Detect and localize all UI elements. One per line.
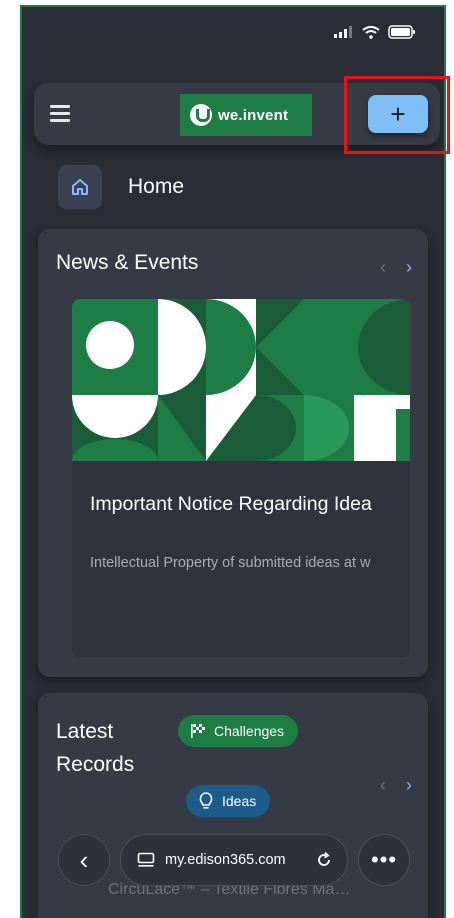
logo-mark-icon [190,104,212,126]
add-button[interactable]: + [368,95,428,133]
phone-frame: we.invent + Home News & Events ‹ › Impor… [20,5,446,918]
ideas-filter-chip[interactable]: Ideas [186,785,271,817]
latest-records-title: Latest Records [56,720,135,776]
status-bar [22,7,444,67]
more-options-button[interactable]: ••• [358,834,410,886]
news-item[interactable]: Important Notice Regarding Idea Intellec… [72,299,410,657]
breadcrumb: Home [58,165,184,209]
news-events-title: News & Events [56,251,199,274]
news-item-title[interactable]: Important Notice Regarding Idea [90,493,372,516]
battery-icon [388,25,415,39]
news-prev-button[interactable]: ‹ [380,257,386,278]
records-prev-button[interactable]: ‹ [380,775,386,796]
signal-icon [334,26,352,38]
browser-back-button[interactable]: ‹ [58,834,110,886]
menu-icon[interactable] [50,105,72,123]
ideas-chip-label: Ideas [222,793,257,809]
logo-text: we.invent [218,106,289,124]
news-item-image [72,299,410,461]
reload-icon[interactable] [315,851,333,869]
challenges-filter-chip[interactable]: Challenges [178,715,299,747]
app-header: we.invent + [34,83,440,145]
home-icon[interactable] [58,165,102,209]
address-bar[interactable]: my.edison365.com [120,834,348,886]
browser-toolbar: ‹ my.edison365.com ••• [58,833,410,887]
records-pager: ‹ › [380,775,412,796]
news-pager: ‹ › [380,257,412,278]
lightbulb-icon [199,792,213,809]
url-text: my.edison365.com [165,852,286,868]
page-icon [137,852,155,867]
records-next-button[interactable]: › [406,775,412,796]
news-item-description: Intellectual Property of submitted ideas… [90,555,371,571]
page-title: Home [128,175,185,198]
challenges-chip-label: Challenges [214,723,285,739]
wifi-icon [362,25,380,39]
news-next-button[interactable]: › [406,257,412,278]
we-invent-logo[interactable]: we.invent [180,94,312,136]
checkered-flag-icon [191,724,205,738]
news-events-card: News & Events ‹ › Important Notice Regar… [38,229,428,677]
